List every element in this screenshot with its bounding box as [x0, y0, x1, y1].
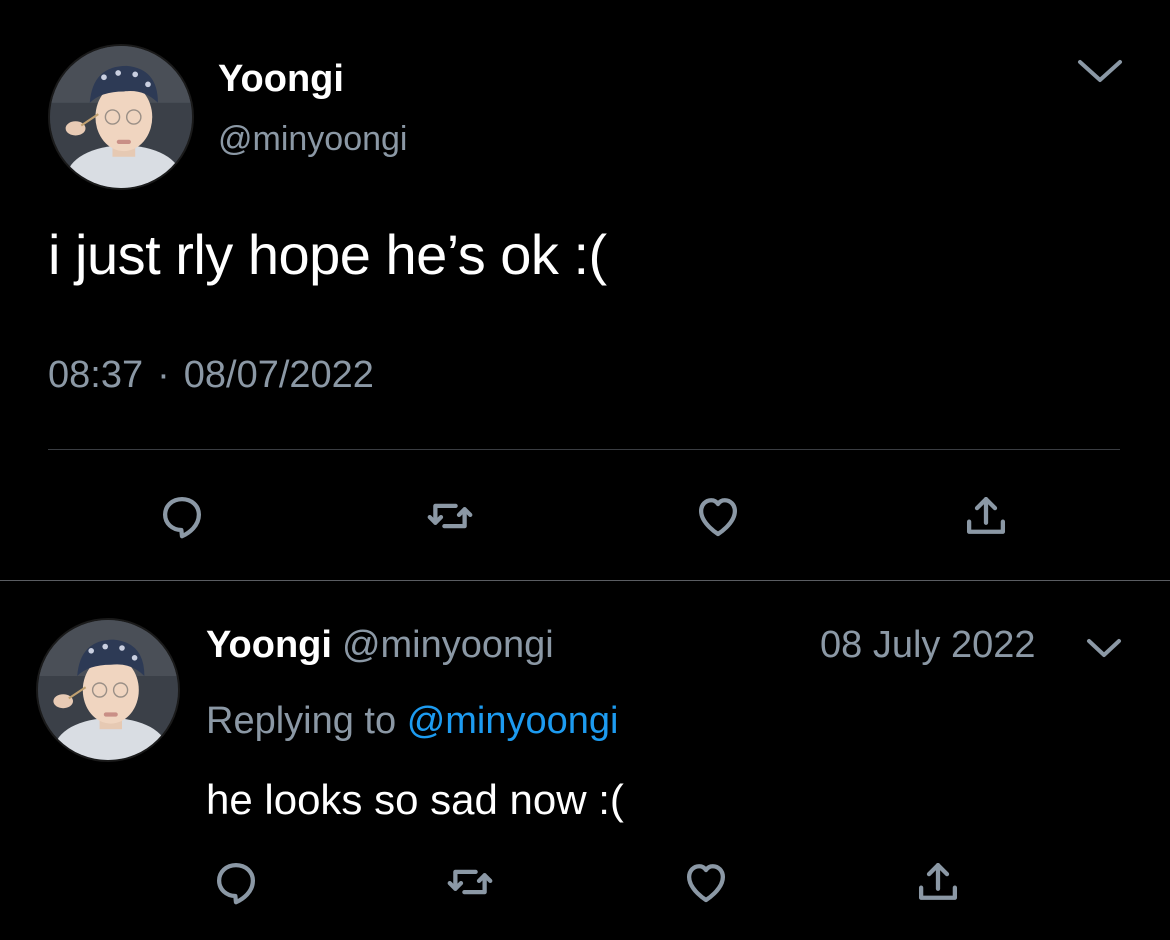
- share-icon: [966, 496, 1006, 534]
- avatar-photo-icon: [50, 46, 192, 188]
- user-handle[interactable]: @minyoongi: [218, 120, 408, 159]
- divider: [48, 449, 1120, 450]
- main-tweet: Yoongi @minyoongi i just rly hope he’s o…: [0, 0, 1170, 580]
- display-name[interactable]: Yoongi: [218, 58, 344, 101]
- more-options-button[interactable]: [1074, 54, 1126, 88]
- share-icon: [918, 862, 958, 900]
- avatar[interactable]: [48, 44, 194, 190]
- reply-share-button[interactable]: [908, 852, 968, 912]
- reply-like-button[interactable]: [676, 852, 736, 912]
- chevron-down-icon: [1087, 639, 1121, 657]
- heart-icon: [698, 498, 738, 537]
- reply-tweet-text: he looks so sad now :(: [206, 776, 624, 823]
- section-divider: [0, 580, 1170, 581]
- reply-more-options-button[interactable]: [1084, 634, 1124, 662]
- tweet-text: i just rly hope he’s ok :(: [48, 223, 607, 286]
- share-button[interactable]: [956, 486, 1016, 546]
- tweet-date[interactable]: 08/07/2022: [184, 354, 374, 396]
- reply-user-handle[interactable]: @minyoongi: [342, 624, 554, 666]
- replying-to-label: Replying to: [206, 700, 397, 742]
- reply-avatar[interactable]: [36, 618, 180, 762]
- reply-display-name[interactable]: Yoongi: [206, 624, 332, 666]
- reply-retweet-button[interactable]: [440, 852, 500, 912]
- retweet-icon: [427, 503, 473, 529]
- reply-button[interactable]: [152, 486, 212, 546]
- retweet-icon: [447, 869, 493, 895]
- tweet-timestamp: 08:37 · 08/07/2022: [48, 354, 374, 397]
- avatar-photo-icon: [38, 620, 178, 760]
- chevron-down-icon: [1078, 60, 1122, 82]
- retweet-button[interactable]: [420, 486, 480, 546]
- replying-to-mention-link[interactable]: @minyoongi: [407, 700, 619, 742]
- reply-header: Yoongi @minyoongi: [206, 624, 554, 667]
- reply-icon: [162, 496, 202, 539]
- like-button[interactable]: [688, 486, 748, 546]
- reply-date[interactable]: 08 July 2022: [820, 624, 1036, 667]
- tweet-thread-page: Yoongi @minyoongi i just rly hope he’s o…: [0, 0, 1170, 940]
- tweet-time: 08:37: [48, 354, 144, 396]
- meta-separator: ·: [157, 354, 170, 396]
- reply-icon: [216, 862, 256, 905]
- reply-reply-button[interactable]: [206, 852, 266, 912]
- heart-icon: [686, 864, 726, 903]
- replying-to-line: Replying to @minyoongi: [206, 700, 618, 743]
